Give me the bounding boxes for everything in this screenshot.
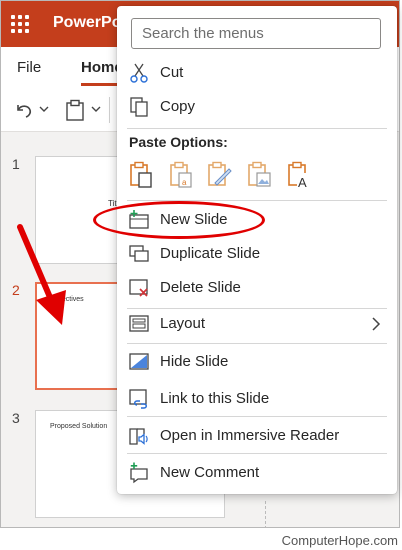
menu-item-label: Hide Slide [160,353,229,370]
undo-icon[interactable] [13,99,35,121]
paste-options-heading: Paste Options: [129,134,228,150]
search-menus-input[interactable] [131,18,381,49]
menu-item-label: New Slide [160,211,228,228]
hide-slide-icon [129,353,149,370]
link-icon [129,389,147,409]
app-launcher-icon[interactable] [11,15,29,33]
menu-item-copy[interactable]: Copy [117,90,397,124]
menu-divider [127,343,387,344]
new-comment-icon [130,462,148,484]
menu-item-label: Open in Immersive Reader [160,427,340,444]
vertical-scrollbar[interactable] [265,501,276,527]
paste-image-icon[interactable] [247,161,273,189]
paste-picture-icon[interactable] [207,161,233,189]
menu-item-new-slide[interactable]: New Slide [117,203,397,237]
duplicate-slide-icon [129,245,149,262]
menu-item-immersive-reader[interactable]: Open in Immersive Reader [117,419,397,453]
menu-divider [127,200,387,201]
paste-keep-source-formatting-icon[interactable] [129,161,155,189]
tab-file[interactable]: File [17,59,41,76]
context-menu: Cut Copy Paste Options: a A [117,6,397,494]
copy-icon [130,97,148,117]
menu-item-delete-slide[interactable]: Delete Slide [117,271,397,305]
watermark: ComputerHope.com [281,533,398,548]
immersive-reader-icon [129,428,148,445]
chevron-down-icon[interactable] [39,105,49,113]
clipboard-icon[interactable] [65,99,85,121]
slide-number: 3 [12,410,20,426]
menu-divider [127,416,387,417]
menu-item-cut[interactable]: Cut [117,56,397,90]
menu-divider [127,128,387,129]
chevron-right-icon [372,317,381,331]
paste-use-destination-theme-icon[interactable]: a [169,161,195,189]
svg-text:A: A [298,175,307,189]
slide-number: 1 [12,156,20,172]
paste-text-only-icon[interactable]: A [287,161,313,189]
toolbar-separator [109,97,110,123]
menu-item-label: New Comment [160,464,260,481]
menu-item-duplicate-slide[interactable]: Duplicate Slide [117,237,397,271]
delete-slide-icon [129,279,148,297]
menu-item-label: Delete Slide [160,279,241,296]
svg-text:a: a [182,178,187,187]
new-slide-icon [129,210,149,229]
scissors-icon [130,63,148,83]
slide-number-selected: 2 [12,282,20,298]
slide-title: Proposed Solution [50,423,108,430]
active-tab-indicator [81,83,121,86]
menu-item-layout[interactable]: Layout [117,307,397,341]
chevron-down-icon[interactable] [91,105,101,113]
menu-item-label: Cut [160,64,184,81]
menu-item-new-comment[interactable]: New Comment [117,456,397,490]
menu-item-link-to-slide[interactable]: Link to this Slide [117,382,397,416]
slide-title: Objectives [51,296,84,303]
menu-divider [127,453,387,454]
menu-item-label: Duplicate Slide [160,245,261,262]
menu-item-label: Link to this Slide [160,390,270,407]
menu-item-hide-slide[interactable]: Hide Slide [117,345,397,379]
menu-item-label: Layout [160,315,206,332]
menu-item-label: Copy [160,98,196,115]
layout-icon [129,315,149,332]
